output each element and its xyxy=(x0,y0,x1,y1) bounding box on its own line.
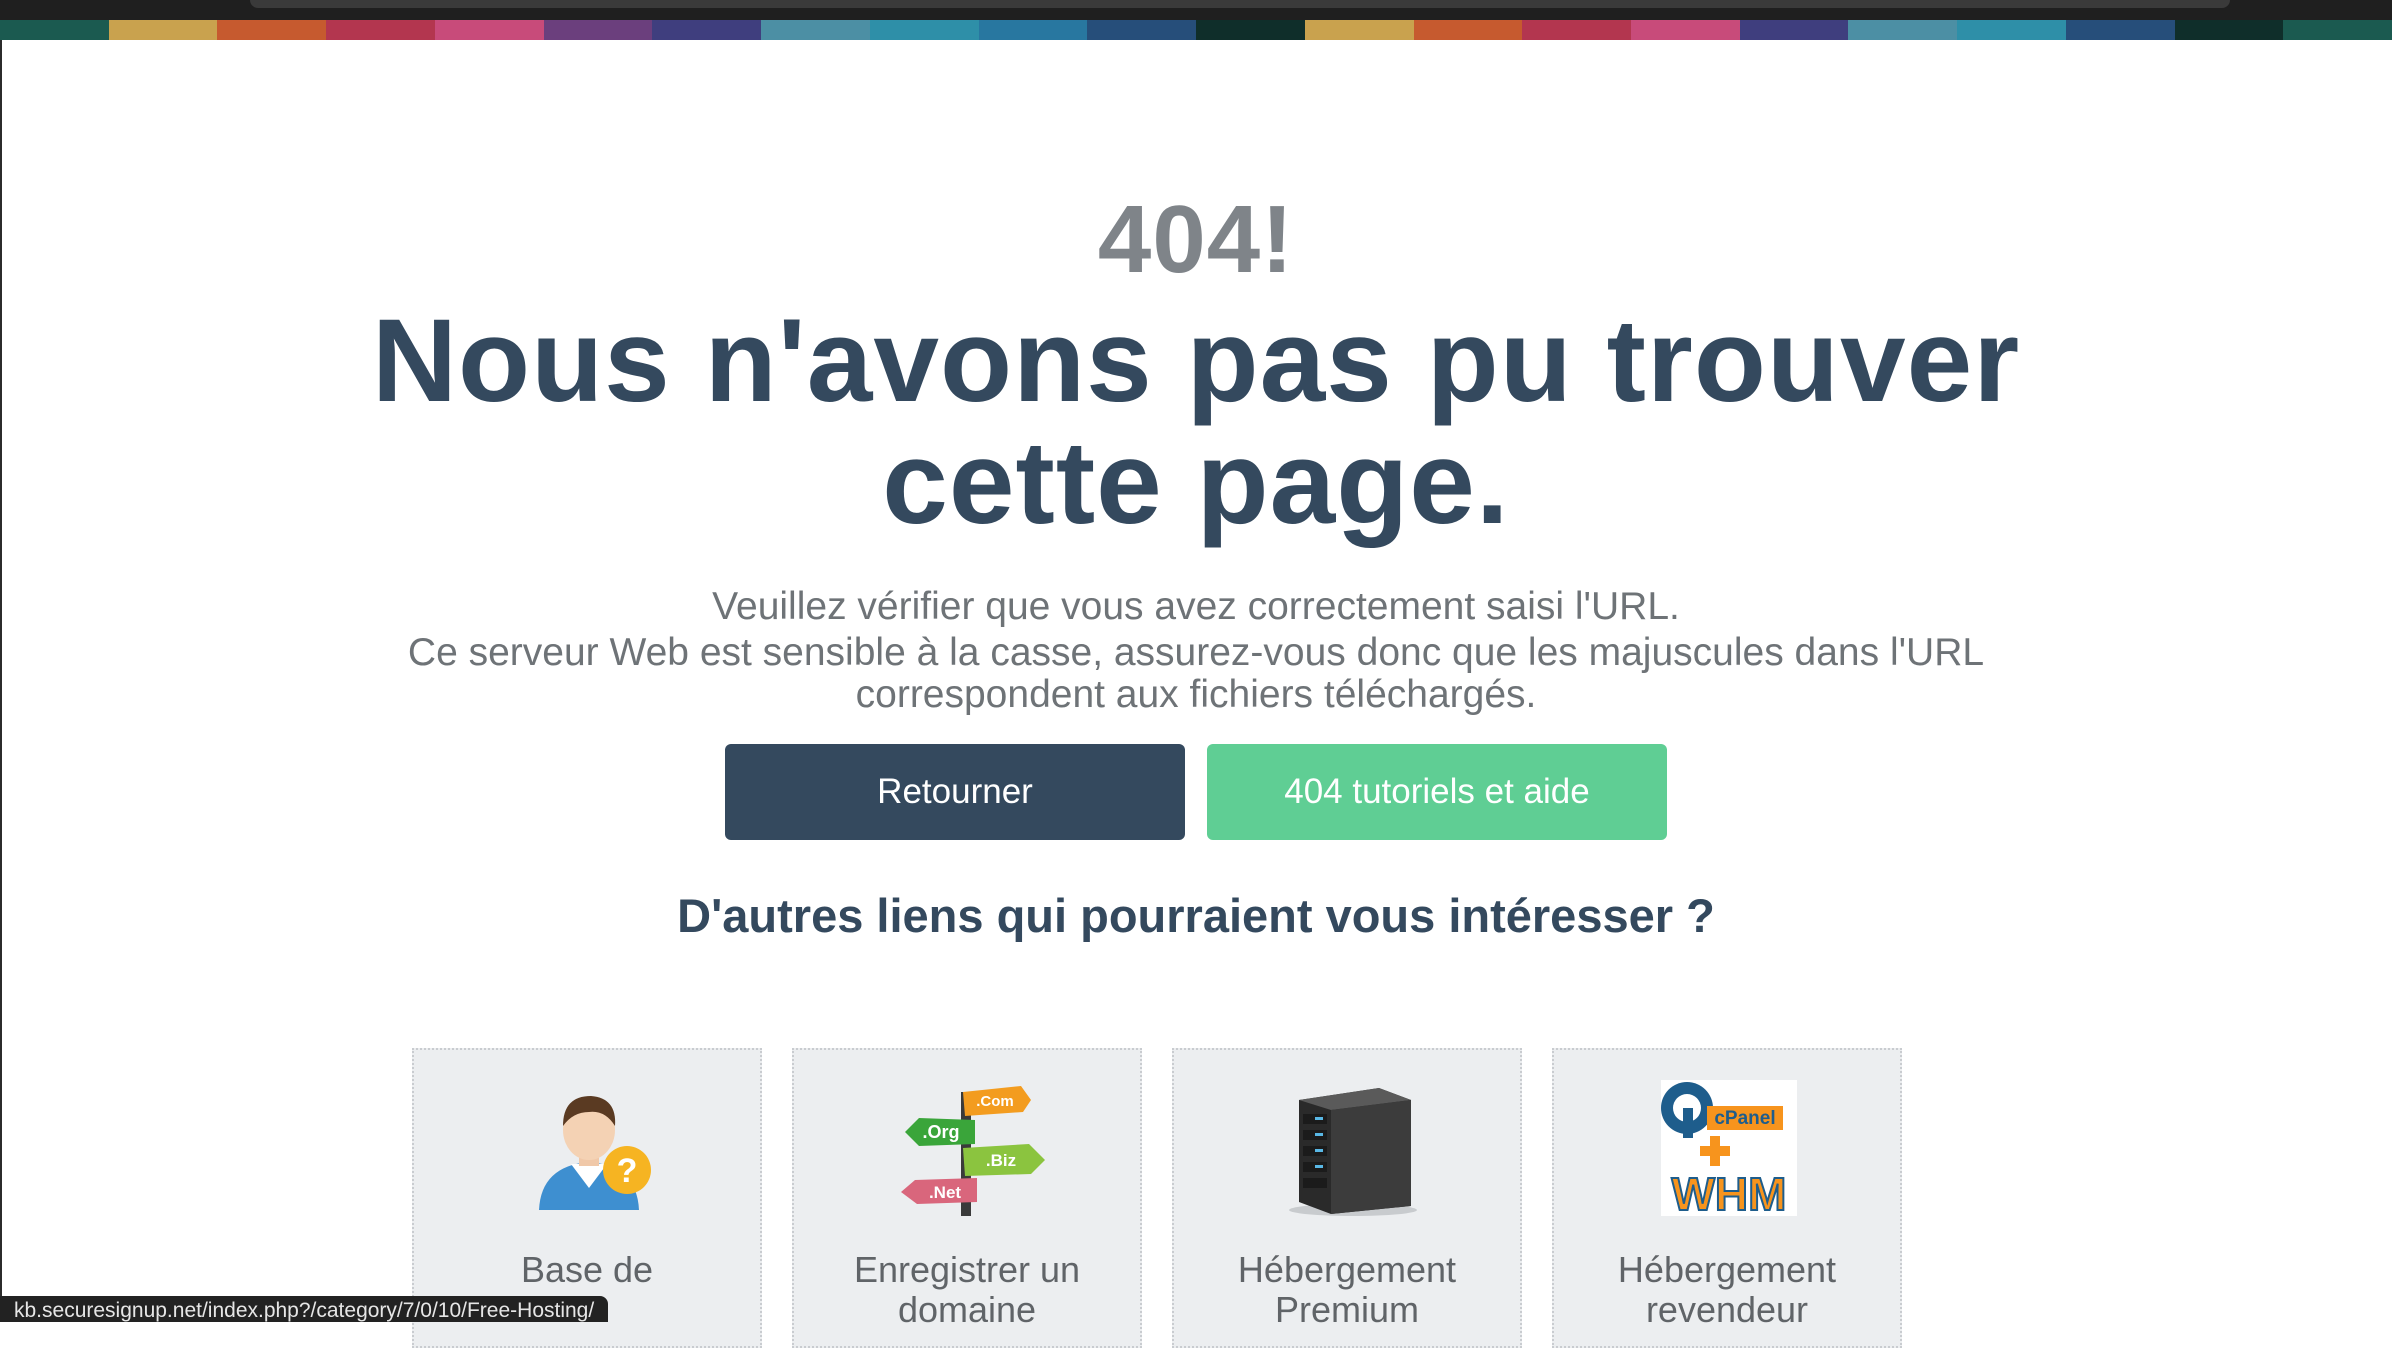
svg-text:?: ? xyxy=(617,1152,638,1190)
color-strip-segment xyxy=(1304,20,1414,40)
sign-label-biz: .Biz xyxy=(986,1151,1016,1170)
color-strip xyxy=(0,20,2392,40)
color-strip-segment xyxy=(1631,20,1740,40)
cpanel-text: cPanel xyxy=(1714,1108,1775,1129)
color-strip-segment xyxy=(1739,20,1849,40)
card-label: Hébergement revendeur xyxy=(1617,1249,1837,1330)
domain-signpost-icon: .Com .Org .Biz .Net xyxy=(901,1086,1045,1216)
color-strip-segment xyxy=(761,20,870,40)
card-label: Base de xyxy=(520,1249,654,1290)
color-strip-segment xyxy=(869,20,979,40)
browser-top-pill xyxy=(250,0,2230,8)
card-label: Hébergement Premium xyxy=(1237,1249,1457,1330)
card-reseller-hosting[interactable]: cPanel WHM Hébergement revendeur xyxy=(1552,1048,1902,1348)
color-strip-segment xyxy=(326,20,435,40)
page-title: Nous n'avons pas pu trouver cette page. xyxy=(371,295,2021,549)
color-strip-segment xyxy=(1957,20,2066,40)
server-icon xyxy=(1289,1088,1417,1216)
color-strip-segment xyxy=(543,20,653,40)
error-code: 404! xyxy=(1097,186,1295,293)
browser-top-bar xyxy=(0,0,2392,20)
color-strip-segment xyxy=(1522,20,1632,40)
user-question-icon: ? xyxy=(539,1096,651,1210)
color-strip-segment xyxy=(2065,20,2175,40)
description-line-2: Ce serveur Web est sensible à la casse, … xyxy=(407,631,1985,716)
color-strip-segment xyxy=(217,20,327,40)
card-premium-hosting[interactable]: Hébergement Premium xyxy=(1172,1048,1522,1348)
button-row: Retourner 404 tutoriels et aide xyxy=(0,744,2392,840)
color-strip-segment xyxy=(1196,20,1305,40)
color-strip-segment xyxy=(2283,20,2392,40)
color-strip-segment xyxy=(108,20,218,40)
description: Veuillez vérifier que vous avez correcte… xyxy=(0,582,2392,716)
sign-label-org: .Org xyxy=(922,1122,959,1142)
color-strip-segment xyxy=(1087,20,1197,40)
color-strip-segment xyxy=(434,20,544,40)
sign-label-com: .Com xyxy=(976,1093,1014,1110)
other-links-heading: D'autres liens qui pourraient vous intér… xyxy=(677,889,1715,942)
card-label: Enregistrer un domaine xyxy=(853,1249,1081,1330)
description-line-1: Veuillez vérifier que vous avez correcte… xyxy=(712,585,1680,628)
whm-text: WHM xyxy=(1672,1168,1787,1218)
color-strip-segment xyxy=(978,20,1088,40)
color-strip-segment xyxy=(1848,20,1958,40)
color-strip-segment xyxy=(0,20,109,40)
color-strip-segment xyxy=(2174,20,2284,40)
status-bar-url: kb.securesignup.net/index.php?/category/… xyxy=(0,1296,609,1322)
back-button[interactable]: Retourner xyxy=(725,744,1185,840)
card-register-domain[interactable]: .Com .Org .Biz .Net Enregistrer un domai… xyxy=(792,1048,1142,1348)
sign-label-net: .Net xyxy=(929,1183,961,1202)
color-strip-segment xyxy=(652,20,762,40)
color-strip-segment xyxy=(1413,20,1523,40)
links-grid: ? Base de .Com .Org .Biz .Net Enregistre… xyxy=(412,1048,1902,1348)
hero-section: 404! Nous n'avons pas pu trouver cette p… xyxy=(0,180,2392,716)
help-tutorials-button[interactable]: 404 tutoriels et aide xyxy=(1207,744,1667,840)
cpanel-whm-icon: cPanel WHM xyxy=(1661,1080,1797,1218)
